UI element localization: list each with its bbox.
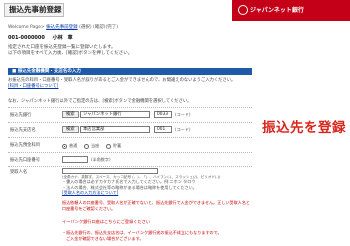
radio-chochiku[interactable] — [106, 144, 111, 149]
account-number-label: 振込先口座番号 — [10, 158, 41, 163]
branch-search-button[interactable]: 検索 — [62, 126, 79, 133]
account-number-field[interactable] — [62, 156, 88, 163]
account-number-hint: (半角数字) — [91, 157, 111, 162]
page-title: 振込先事前登録 — [4, 3, 64, 17]
notes-link[interactable]: [科目・口座番号について] — [8, 84, 59, 89]
warning-bullets: ・振込先銀行の、振込先支店名は、イーバンク銀行宛の振込不成立にもなりますので。 … — [62, 230, 252, 241]
notes-line-2: なお、ジャパンネット銀行以外でご指定の方は、[検索]ボタンで金融機関を選択してく… — [8, 99, 192, 104]
notes-block: お振込先の科目・口座番号・受取人名が誤りがあるとご入金ができませんので、お間違え… — [8, 78, 258, 90]
warning-bullet-2: ご入金が確認できない場合がございます。 — [62, 235, 144, 241]
bank-code-hint: (コード) — [175, 112, 191, 117]
branch-label: 振込先支店名 — [10, 128, 36, 133]
radio-futsu[interactable] — [62, 144, 67, 149]
radio-chochiku-label: 貯蓄 — [113, 143, 122, 148]
breadcrumb-suffix: (確認)(完了) — [93, 25, 119, 30]
account-type-row: 振込先預金科目 普通 当座 貯蓄 — [8, 137, 252, 151]
breadcrumb-prefix: Welcome Page> — [8, 25, 45, 30]
radio-futsu-label: 普通 — [69, 143, 78, 148]
radio-toza[interactable] — [84, 144, 89, 149]
user-account: 001-0000000 小林 章 — [8, 34, 73, 41]
bank-code-field[interactable]: 0033 — [154, 111, 172, 118]
recipient-row: 受取人名 (全角カナ、英数字、スペース、カッコ記号 (、)、「」、ハイフン(-)… — [8, 166, 252, 179]
branch-code-hint: (コード) — [175, 127, 191, 132]
bank-logo: ジャパンネット銀行 — [232, 0, 350, 21]
bank-logo-icon — [238, 5, 248, 15]
intro-line-2: 以下の項目をすべて入力後、[確認]ボタンを押してください。 — [8, 51, 133, 56]
branch-name-field[interactable]: 本店営業部 — [80, 126, 150, 133]
user-name: 小林 章 — [52, 35, 73, 41]
branch-row: 振込先支店名 検索 本店営業部 001 (コード) — [8, 122, 252, 136]
account-type-label: 振込先預金科目 — [10, 143, 41, 148]
bank-label: 振込先銀行 — [10, 113, 32, 118]
register-payee-label: 振込先を登録 — [262, 120, 346, 136]
recipient-field[interactable] — [62, 168, 158, 174]
ebank-link[interactable]: イーバンク銀行口座はこちらにご登録ください — [62, 219, 252, 225]
recipient-label: 受取人名 — [10, 170, 28, 175]
recipient-notes: ・書入の場合は必ずカタカナ氏名で入力してください。例:ニホン タロウ ・法人の場… — [62, 179, 242, 196]
bank-name-field[interactable]: ジャパンネット銀行 — [80, 111, 150, 118]
bank-search-button[interactable]: 検索 — [62, 111, 79, 118]
bank-row: 振込先銀行 検索 ジャパンネット銀行 0033 (コード) — [8, 107, 252, 121]
breadcrumb-current: (選択) — [79, 25, 92, 30]
warning-text: 振込依頼人の口座番号、受取人名が正確でないと、振込先銀行で入金ができません。正し… — [62, 200, 251, 211]
breadcrumb-link[interactable]: 振込先事前登録 — [46, 25, 78, 30]
recipient-help-link[interactable]: [受取人名の入力方法について] — [62, 190, 118, 195]
section-heading: ■ 振込先金融機関・支店名の入力 — [8, 68, 252, 75]
radio-toza-label: 当座 — [91, 143, 100, 148]
breadcrumb: Welcome Page> 振込先事前登録 (選択) (確認)(完了) — [8, 24, 118, 30]
bank-name: ジャパンネット銀行 — [250, 7, 304, 14]
branch-code-field[interactable]: 001 — [154, 126, 172, 133]
intro-text: 指定された口座を振込先登録一覧に登録いたします。 以下の項目をすべて入力後、[確… — [8, 45, 238, 57]
page-header: 振込先事前登録 ジャパンネット銀行 — [0, 0, 350, 21]
account-number: 001-0000000 — [8, 35, 45, 41]
account-number-row: 振込先口座番号 (半角数字) — [8, 152, 252, 166]
